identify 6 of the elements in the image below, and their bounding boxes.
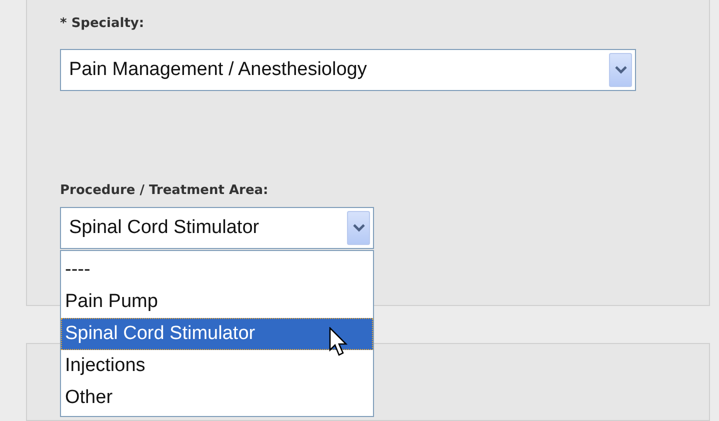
dropdown-option[interactable]: Spinal Cord Stimulator — [61, 318, 373, 350]
chevron-down-icon — [614, 66, 626, 74]
field-label: Procedure / Treatment Area: — [60, 182, 270, 200]
specialty-select[interactable]: Pain Management / Anesthesiology — [60, 49, 636, 91]
chevron-down-icon — [352, 224, 364, 232]
field-label: * Specialty: — [60, 15, 146, 33]
